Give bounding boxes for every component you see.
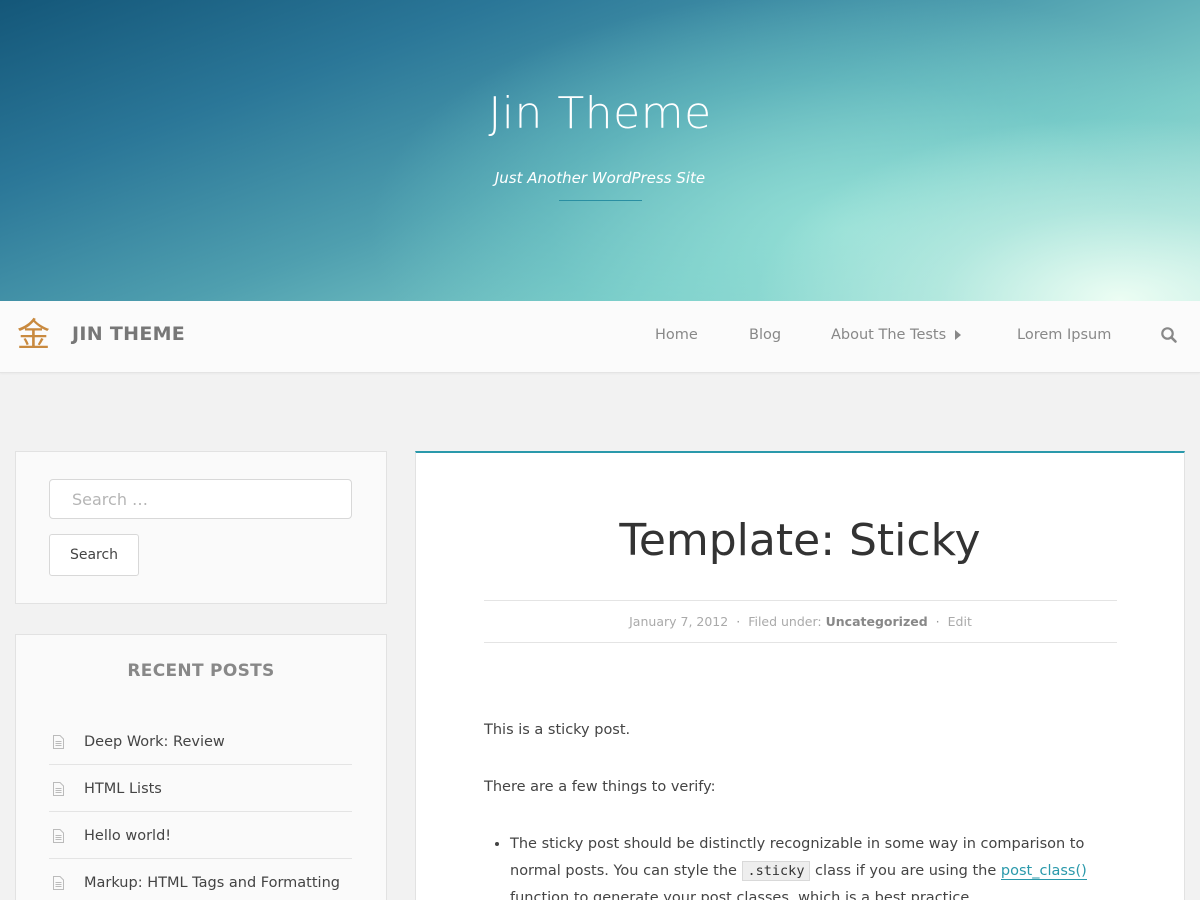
site-tagline: Just Another WordPress Site — [494, 169, 706, 187]
post-content: This is a sticky post. There are a few t… — [484, 717, 1124, 900]
tagline-divider — [559, 200, 642, 201]
widget-title: RECENT POSTS — [127, 661, 275, 681]
document-icon — [53, 735, 64, 749]
post-paragraph: This is a sticky post. — [484, 722, 631, 738]
inline-code: .sticky — [741, 861, 811, 881]
recent-posts-list: Deep Work: Review HTML Lists Hello world… — [49, 718, 352, 900]
nav-item-home[interactable]: Home — [655, 324, 698, 346]
site-title[interactable]: Jin Theme — [0, 88, 1200, 139]
meta-separator: · — [935, 614, 940, 629]
nav-item-blog[interactable]: Blog — [749, 324, 781, 346]
meta-separator: · — [736, 614, 741, 629]
bullet-text: function to generate your post classes, … — [510, 890, 974, 900]
post-bullet-list: The sticky post should be distinctly rec… — [510, 831, 1124, 900]
post-date[interactable]: January 7, 2012 — [629, 614, 728, 629]
list-item: Markup: HTML Tags and Formatting — [49, 859, 352, 900]
post-article: Template: Sticky January 7, 2012 · Filed u… — [415, 451, 1185, 900]
main-navigation: 金 JIN THEME Home Blog About The Tests Lo… — [0, 301, 1200, 373]
bullet-item: The sticky post should be distinctly rec… — [510, 831, 1124, 900]
search-input[interactable] — [49, 479, 352, 519]
edit-link[interactable]: Edit — [948, 614, 972, 629]
nav-item-lorem-ipsum[interactable]: Lorem Ipsum — [1017, 324, 1111, 346]
post-class-link[interactable]: post_class() — [1000, 863, 1087, 880]
document-icon — [53, 782, 64, 796]
document-icon — [53, 876, 64, 890]
list-item: HTML Lists — [49, 765, 352, 812]
nav-item-about-the-tests[interactable]: About The Tests — [831, 324, 946, 346]
recent-post-link[interactable]: HTML Lists — [84, 779, 162, 799]
recent-posts-widget: RECENT POSTS Deep Work: Review HTML List… — [15, 634, 387, 900]
bullet-text: class if you are using the — [810, 863, 1001, 879]
caret-right-icon[interactable] — [955, 330, 961, 340]
search-widget: Search — [15, 451, 387, 604]
post-title[interactable]: Template: Sticky — [416, 513, 1184, 569]
recent-post-link[interactable]: Deep Work: Review — [84, 732, 225, 752]
site-logo-icon[interactable]: 金 — [17, 315, 50, 355]
category-link[interactable]: Uncategorized — [826, 614, 928, 629]
document-icon — [53, 829, 64, 843]
filed-under-label: Filed under: — [748, 614, 822, 629]
recent-post-link[interactable]: Markup: HTML Tags and Formatting — [84, 873, 340, 893]
list-item: Deep Work: Review — [49, 718, 352, 765]
recent-post-link[interactable]: Hello world! — [84, 826, 171, 846]
post-paragraph: There are a few things to verify: — [484, 779, 716, 795]
post-meta: January 7, 2012 · Filed under: Uncategoriz… — [484, 600, 1117, 643]
list-item: Hello world! — [49, 812, 352, 859]
site-brand[interactable]: JIN THEME — [72, 320, 185, 348]
search-icon[interactable] — [1160, 326, 1178, 344]
site-header-banner: Jin Theme Just Another WordPress Site — [0, 0, 1200, 301]
search-button[interactable]: Search — [49, 534, 139, 576]
